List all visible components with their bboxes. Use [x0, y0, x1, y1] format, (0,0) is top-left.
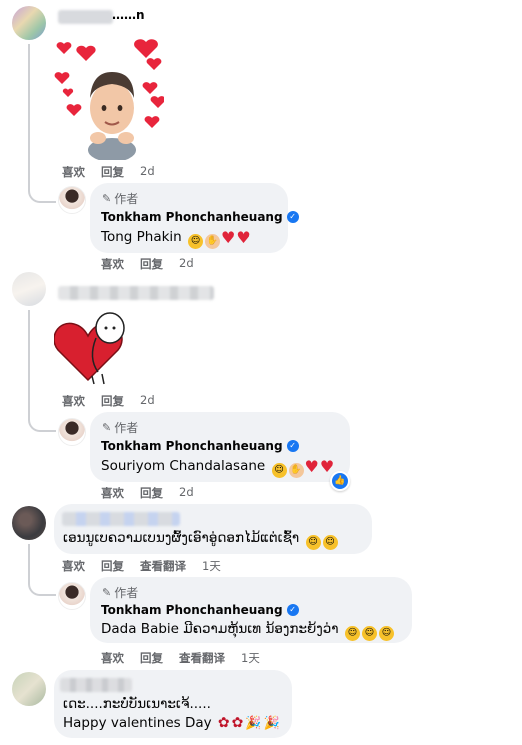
author-badge: ✎ 作者 — [102, 421, 139, 435]
reply-author-name[interactable]: Tonkham Phonchanheuang ✓ — [101, 603, 299, 617]
like-button[interactable]: 喜欢 — [101, 256, 124, 272]
reply-button[interactable]: 回复 — [101, 393, 124, 409]
thread-line — [28, 44, 56, 203]
reply-button[interactable]: 回复 — [140, 485, 163, 501]
commenter-name-blurred[interactable] — [58, 286, 214, 300]
emoji-hearts-sticker — [54, 38, 166, 162]
like-button[interactable]: 喜欢 — [101, 485, 124, 501]
see-translation-button[interactable]: 查看翻译 — [140, 558, 186, 574]
reply-text: Souriyom Chandalasane ☺ ✋ ♥♥ — [101, 457, 335, 478]
avatar[interactable] — [12, 272, 46, 306]
heart-emoji-icon: ♥ — [304, 457, 319, 476]
timestamp[interactable]: 2d — [179, 256, 194, 272]
author-avatar[interactable] — [58, 186, 86, 214]
timestamp[interactable]: 1天 — [202, 558, 221, 574]
avatar[interactable] — [12, 672, 46, 706]
timestamp[interactable]: 2d — [140, 393, 155, 409]
commenter-name-blurred[interactable] — [58, 10, 113, 24]
like-button[interactable]: 喜欢 — [101, 650, 124, 666]
comment-actions: 喜欢 回复 查看翻译 1天 — [62, 558, 221, 574]
like-reaction-icon[interactable]: 👍 — [330, 471, 350, 491]
comment-text: ເອນນູເບຄວາມເບນງຜົ້ງເອົາອູ່ດອກໄມ້ແຕ່ເຊົ້າ… — [63, 530, 338, 550]
praying-hands-emoji-icon: ✋ — [288, 463, 304, 478]
pencil-icon: ✎ — [102, 421, 112, 434]
author-avatar[interactable] — [58, 582, 86, 610]
verified-badge-icon: ✓ — [286, 604, 299, 616]
grinning-emoji-icon: ☺ — [322, 535, 338, 550]
author-badge: ✎ 作者 — [102, 586, 139, 600]
timestamp[interactable]: 1天 — [241, 650, 260, 666]
comment-actions: 喜欢 回复 2d — [62, 393, 155, 409]
like-button[interactable]: 喜欢 — [62, 558, 85, 574]
heart-hug-sticker — [53, 308, 130, 386]
heart-emoji-icon: ♥ — [236, 228, 251, 247]
comment-actions: 喜欢 回复 2d — [62, 164, 155, 180]
author-badge: ✎ 作者 — [102, 192, 139, 206]
heart-emoji-icon: ♥ — [221, 228, 236, 247]
reply-author-name[interactable]: Tonkham Phonchanheuang ✓ — [101, 439, 299, 453]
author-avatar[interactable] — [58, 418, 86, 446]
comment-text-line-1: ເດະ....ກະບໍ່ບັນເນາະເຈ້..... — [63, 696, 211, 712]
thread-line — [28, 310, 56, 432]
reply-text: Tong Phakin ☺ ✋ ♥♥ — [101, 228, 251, 249]
party-popper-emoji-icon: 🎉 — [245, 716, 262, 731]
reply-actions: 喜欢 回复 查看翻译 1天 — [101, 650, 260, 666]
laughing-emoji-icon: ☺ — [344, 626, 360, 641]
pencil-icon: ✎ — [102, 192, 112, 205]
laughing-emoji-icon: ☺ — [378, 626, 394, 641]
reply-button[interactable]: 回复 — [101, 164, 124, 180]
see-translation-button[interactable]: 查看翻译 — [179, 650, 225, 666]
timestamp[interactable]: 2d — [140, 164, 155, 180]
timestamp[interactable]: 2d — [179, 485, 194, 501]
reply-button[interactable]: 回复 — [140, 650, 163, 666]
rose-emoji-icon: ✿ — [231, 715, 244, 731]
comment-text-line-2: Happy valentines Day ✿ ✿ 🎉 🎉 — [63, 715, 280, 731]
like-button[interactable]: 喜欢 — [62, 164, 85, 180]
laughing-emoji-icon: ☺ — [271, 463, 287, 478]
reply-actions: 喜欢 回复 2d — [101, 485, 194, 501]
reply-button[interactable]: 回复 — [101, 558, 124, 574]
pencil-icon: ✎ — [102, 586, 112, 599]
thread-line — [28, 544, 56, 596]
party-popper-emoji-icon: 🎉 — [263, 716, 280, 731]
verified-badge-icon: ✓ — [286, 440, 299, 452]
commenter-name-blurred[interactable] — [62, 512, 180, 526]
like-button[interactable]: 喜欢 — [62, 393, 85, 409]
praying-hands-emoji-icon: ✋ — [205, 234, 221, 249]
avatar[interactable] — [12, 506, 46, 540]
verified-badge-icon: ✓ — [286, 211, 299, 223]
rose-emoji-icon: ✿ — [217, 715, 230, 731]
avatar[interactable] — [12, 6, 46, 40]
grinning-emoji-icon: ☺ — [305, 535, 321, 550]
commenter-name-blurred[interactable] — [60, 678, 132, 692]
reply-actions: 喜欢 回复 2d — [101, 256, 194, 272]
reply-author-name[interactable]: Tonkham Phonchanheuang ✓ — [101, 210, 299, 224]
reply-button[interactable]: 回复 — [140, 256, 163, 272]
commenter-name-tail: ……n — [112, 8, 145, 22]
laughing-emoji-icon: ☺ — [361, 626, 377, 641]
reply-text: Dada Babie ມີຄວາມຫຸ້ນເທ ນ້ອງກະຍ້ງວ່າ ☺ ☺ ☺ — [101, 621, 394, 641]
laughing-emoji-icon: ☺ — [188, 234, 204, 249]
